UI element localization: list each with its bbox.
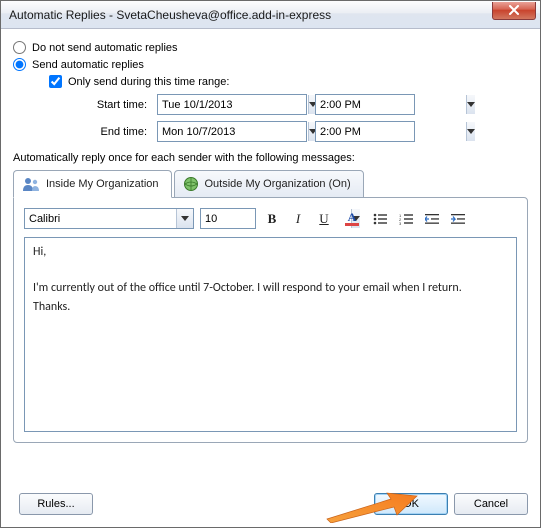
chevron-down-icon xyxy=(467,129,475,135)
increase-indent-icon xyxy=(451,213,465,225)
decrease-indent-icon xyxy=(425,213,439,225)
tab-panel: B I U A 1 2 xyxy=(13,197,528,443)
bullet-list-icon xyxy=(373,213,387,225)
globe-icon xyxy=(183,176,199,192)
checkbox-time-range-label: Only send during this time range: xyxy=(68,76,229,88)
radio-do-not-send[interactable] xyxy=(13,41,26,54)
radio-send-auto-label: Send automatic replies xyxy=(32,59,144,71)
font-size-field[interactable] xyxy=(200,208,256,229)
start-date-field[interactable] xyxy=(157,94,307,115)
tab-outside-label: Outside My Organization (On) xyxy=(205,178,351,190)
message-line: I'm currently out of the office until 7-… xyxy=(33,280,508,296)
chevron-down-icon xyxy=(467,102,475,108)
close-icon xyxy=(508,5,520,15)
decrease-indent-button[interactable] xyxy=(422,209,442,229)
end-time-label: End time: xyxy=(69,126,149,138)
message-line: Hi, xyxy=(33,244,508,260)
radio-send-auto-row: Send automatic replies xyxy=(13,56,528,73)
svg-text:3: 3 xyxy=(399,221,402,225)
bold-button[interactable]: B xyxy=(262,209,282,229)
font-family-dropdown[interactable] xyxy=(176,209,193,228)
tab-inside-organization[interactable]: Inside My Organization xyxy=(13,170,172,198)
time-range-grid: Start time: End time: xyxy=(13,94,528,142)
radio-do-not-send-label: Do not send automatic replies xyxy=(32,42,178,54)
window-title: Automatic Replies - SvetaCheusheva@offic… xyxy=(9,8,492,22)
increase-indent-button[interactable] xyxy=(448,209,468,229)
font-color-icon: A xyxy=(348,212,357,223)
underline-button[interactable]: U xyxy=(314,209,334,229)
font-family-field[interactable] xyxy=(24,208,194,229)
bullet-list-button[interactable] xyxy=(370,209,390,229)
start-date-input[interactable] xyxy=(158,95,308,114)
tabs: Inside My Organization Outside My Organi… xyxy=(13,170,528,198)
numbered-list-button[interactable]: 1 2 3 xyxy=(396,209,416,229)
start-time-field[interactable] xyxy=(315,94,415,115)
dialog-footer: Rules... OK Cancel xyxy=(13,493,528,515)
start-time-input[interactable] xyxy=(316,95,466,114)
dialog-window: Automatic Replies - SvetaCheusheva@offic… xyxy=(0,0,541,528)
auto-reply-description: Automatically reply once for each sender… xyxy=(13,152,528,164)
end-date-input[interactable] xyxy=(158,122,308,141)
end-time-dropdown[interactable] xyxy=(466,122,475,141)
tab-inside-label: Inside My Organization xyxy=(46,178,159,190)
rules-button[interactable]: Rules... xyxy=(19,493,93,515)
radio-do-not-send-row: Do not send automatic replies xyxy=(13,39,528,56)
message-line: Thanks. xyxy=(33,299,508,315)
dialog-content: Do not send automatic replies Send autom… xyxy=(1,29,540,455)
tab-outside-organization[interactable]: Outside My Organization (On) xyxy=(174,170,364,198)
editor-toolbar: B I U A 1 2 xyxy=(24,208,517,229)
checkbox-time-range[interactable] xyxy=(49,75,62,88)
end-date-field[interactable] xyxy=(157,121,307,142)
message-editor[interactable]: Hi, I'm currently out of the office unti… xyxy=(24,237,517,432)
titlebar: Automatic Replies - SvetaCheusheva@offic… xyxy=(1,1,540,29)
cancel-button[interactable]: Cancel xyxy=(454,493,528,515)
radio-send-auto[interactable] xyxy=(13,58,26,71)
checkbox-time-range-row: Only send during this time range: xyxy=(13,73,528,90)
font-color-button[interactable]: A xyxy=(340,209,364,229)
chevron-down-icon xyxy=(181,216,189,222)
close-button[interactable] xyxy=(492,2,536,20)
people-icon xyxy=(22,176,40,192)
end-time-field[interactable] xyxy=(315,121,415,142)
font-family-input[interactable] xyxy=(25,209,176,228)
ok-button[interactable]: OK xyxy=(374,493,448,515)
numbered-list-icon: 1 2 3 xyxy=(399,213,413,225)
italic-button[interactable]: I xyxy=(288,209,308,229)
end-time-input[interactable] xyxy=(316,122,466,141)
start-time-dropdown[interactable] xyxy=(466,95,475,114)
start-time-label: Start time: xyxy=(69,99,149,111)
